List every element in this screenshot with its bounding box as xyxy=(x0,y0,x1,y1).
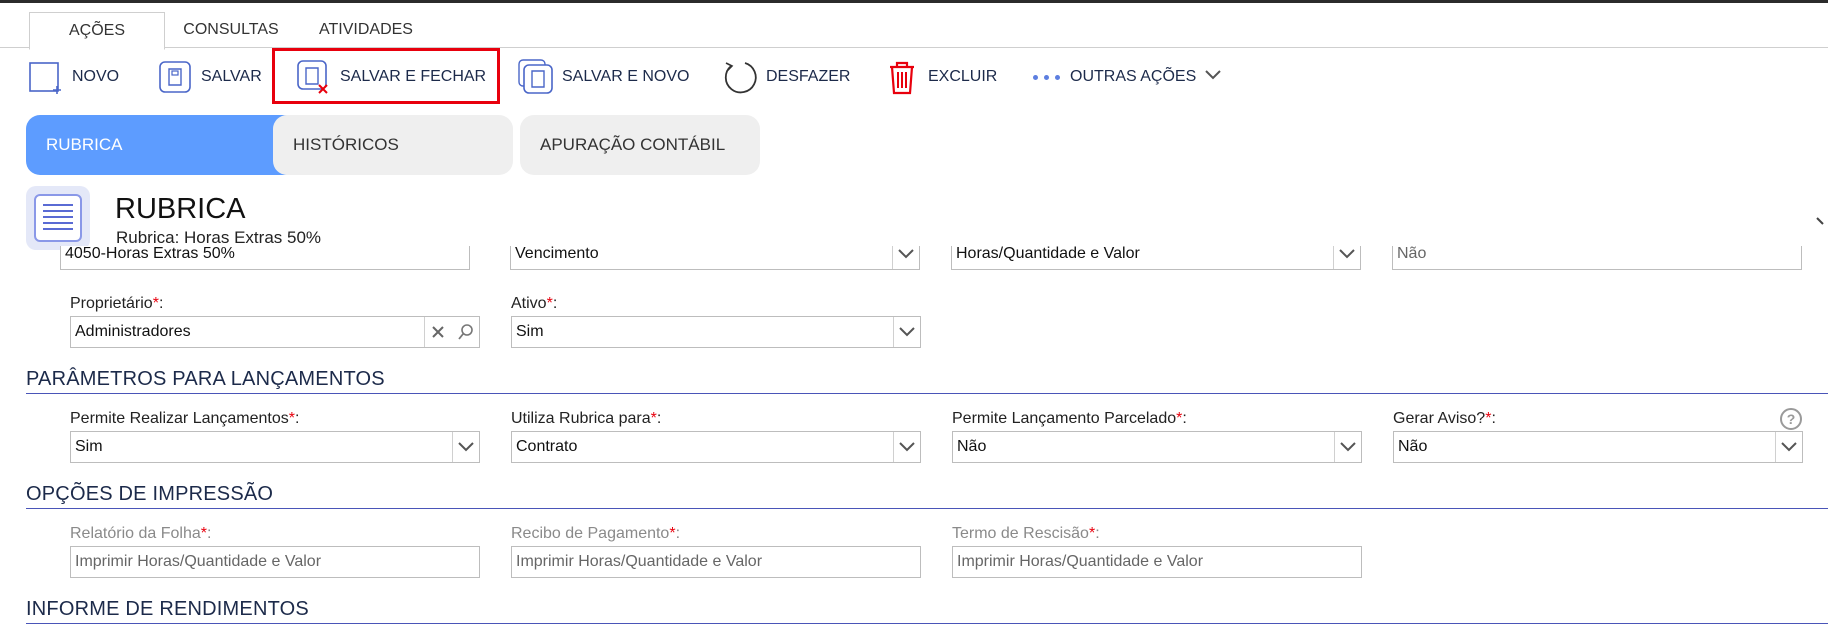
chevron-down-icon[interactable] xyxy=(452,432,479,462)
utiliza-rubrica-select[interactable]: Contrato xyxy=(511,431,921,463)
page-title: RUBRICA xyxy=(115,193,246,225)
trash-icon xyxy=(882,57,922,97)
gerar-aviso-select[interactable]: Não xyxy=(1393,431,1803,463)
section-rendimentos-title: INFORME DE RENDIMENTOS xyxy=(26,598,309,620)
novo-button[interactable]: NOVO xyxy=(26,48,119,106)
ativo-select[interactable]: Sim xyxy=(511,316,921,348)
desfazer-label: DESFAZER xyxy=(766,68,851,85)
ribbon-tab-bar: AÇÕES CONSULTAS ATIVIDADES xyxy=(0,3,1828,50)
proprietario-input[interactable]: Administradores xyxy=(70,316,480,348)
tab-acoes[interactable]: AÇÕES xyxy=(29,12,165,50)
save-new-icon xyxy=(516,57,556,97)
chevron-down-icon[interactable] xyxy=(893,432,920,462)
new-document-icon xyxy=(26,57,66,97)
termo-rescisao-field: Imprimir Horas/Quantidade e Valor xyxy=(952,546,1362,578)
codigo-value: 4050-Horas Extras 50% xyxy=(65,246,235,262)
undo-icon xyxy=(720,57,760,97)
save-icon xyxy=(155,57,195,97)
utiliza-rubrica-label: Utiliza Rubrica para*: xyxy=(511,410,662,427)
section-impressao-title: OPÇÕES DE IMPRESSÃO xyxy=(26,483,274,505)
permite-lancamentos-select[interactable]: Sim xyxy=(70,431,480,463)
termo-rescisao-label: Termo de Rescisão*: xyxy=(952,525,1100,542)
outras-acoes-button[interactable]: OUTRAS AÇÕES xyxy=(1033,48,1222,106)
salvar-button[interactable]: SALVAR xyxy=(155,48,262,106)
modo-field[interactable]: Horas/Quantidade e Valor xyxy=(951,246,1361,270)
section-divider xyxy=(26,508,1828,509)
desfazer-button[interactable]: DESFAZER xyxy=(720,48,850,106)
clear-icon[interactable] xyxy=(424,317,451,347)
lancamento-parcelado-value: Não xyxy=(957,438,987,455)
gerar-aviso-label: Gerar Aviso?*: xyxy=(1393,410,1496,427)
gerar-aviso-value: Não xyxy=(1398,438,1428,455)
section-parametros-title: PARÂMETROS PARA LANÇAMENTOS xyxy=(26,368,385,390)
termo-rescisao-value: Imprimir Horas/Quantidade e Valor xyxy=(957,553,1204,570)
salvar-novo-label: SALVAR E NOVO xyxy=(562,68,690,85)
search-icon[interactable] xyxy=(453,317,479,347)
recibo-pagamento-value: Imprimir Horas/Quantidade e Valor xyxy=(516,553,763,570)
permite-lancamentos-value: Sim xyxy=(75,438,103,455)
codigo-field[interactable]: 4050-Horas Extras 50% xyxy=(60,246,470,270)
lancamento-parcelado-label: Permite Lançamento Parcelado*: xyxy=(952,410,1187,427)
recibo-pagamento-field: Imprimir Horas/Quantidade e Valor xyxy=(511,546,921,578)
section-tab-apuracao-contabil[interactable]: APURAÇÃO CONTÁBIL xyxy=(520,115,760,175)
chevron-down-icon[interactable] xyxy=(892,246,919,269)
chevron-down-icon xyxy=(1204,68,1222,86)
more-dots-icon xyxy=(1033,74,1060,80)
chevron-down-icon[interactable] xyxy=(1334,432,1361,462)
chevron-down-icon[interactable] xyxy=(1775,432,1802,462)
relatorio-folha-label: Relatório da Folha*: xyxy=(70,525,212,542)
relatorio-folha-value: Imprimir Horas/Quantidade e Valor xyxy=(75,553,322,570)
section-tab-rubrica[interactable]: RUBRICA xyxy=(26,115,298,175)
excluir-label: EXCLUIR xyxy=(928,68,998,85)
section-divider xyxy=(26,623,1828,624)
salvar-label: SALVAR xyxy=(201,68,262,85)
outro-field: Não xyxy=(1392,246,1802,270)
recibo-pagamento-label: Recibo de Pagamento*: xyxy=(511,525,681,542)
collapse-chevron-icon[interactable] xyxy=(1816,215,1828,234)
ativo-label: Ativo*: xyxy=(511,295,558,312)
section-tab-historicos[interactable]: HISTÓRICOS xyxy=(273,115,513,175)
tab-consultas[interactable]: CONSULTAS xyxy=(176,12,286,48)
section-divider xyxy=(26,393,1828,394)
help-icon[interactable]: ? xyxy=(1780,408,1802,430)
highlight-box xyxy=(272,48,500,104)
proprietario-value: Administradores xyxy=(75,323,191,340)
tab-atividades[interactable]: ATIVIDADES xyxy=(310,12,422,48)
ativo-value: Sim xyxy=(516,323,544,340)
proprietario-label: Proprietário*: xyxy=(70,295,164,312)
page-subtitle: Rubrica: Horas Extras 50% xyxy=(116,228,322,247)
tipo-value: Vencimento xyxy=(515,246,599,262)
document-list-icon xyxy=(26,186,90,250)
chevron-down-icon[interactable] xyxy=(893,317,920,347)
relatorio-folha-field: Imprimir Horas/Quantidade e Valor xyxy=(70,546,480,578)
novo-label: NOVO xyxy=(72,68,120,85)
utiliza-rubrica-value: Contrato xyxy=(516,438,578,455)
permite-lancamentos-label: Permite Realizar Lançamentos*: xyxy=(70,410,300,427)
lancamento-parcelado-select[interactable]: Não xyxy=(952,431,1362,463)
chevron-down-icon[interactable] xyxy=(1333,246,1360,269)
excluir-button[interactable]: EXCLUIR xyxy=(882,48,997,106)
modo-value: Horas/Quantidade e Valor xyxy=(956,246,1140,262)
tipo-field[interactable]: Vencimento xyxy=(510,246,920,270)
outras-acoes-label: OUTRAS AÇÕES xyxy=(1070,68,1197,85)
outro-value: Não xyxy=(1397,246,1427,262)
clipped-field-row: 4050-Horas Extras 50% Vencimento Horas/Q… xyxy=(60,246,1810,276)
salvar-novo-button[interactable]: SALVAR E NOVO xyxy=(516,48,689,106)
